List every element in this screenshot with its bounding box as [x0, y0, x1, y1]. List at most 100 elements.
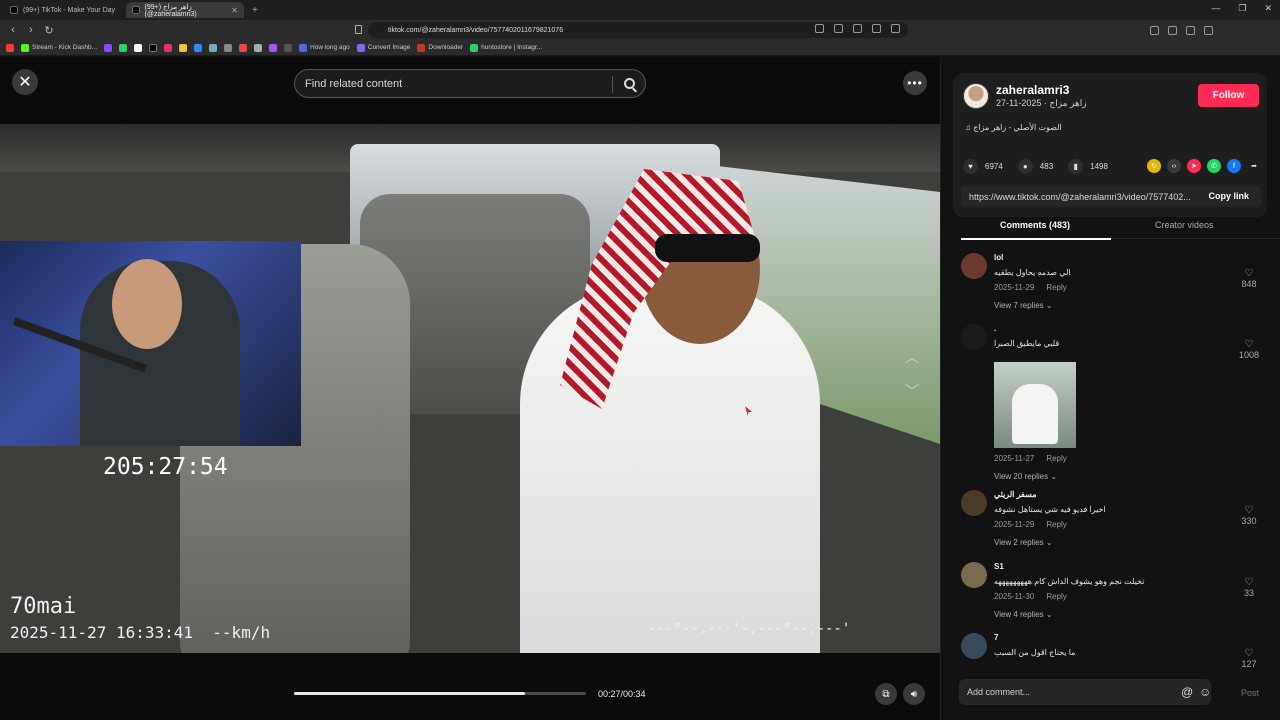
copy-link-button[interactable]: Copy link: [1208, 191, 1249, 201]
tiktok-bookmark-icon[interactable]: [149, 43, 158, 52]
comment-composer[interactable]: @ ☺: [959, 679, 1211, 705]
embed-icon[interactable]: ‹›: [1167, 159, 1181, 173]
tab-comments[interactable]: Comments (483): [1000, 220, 1070, 230]
comment-like[interactable]: ♡ 1008: [1237, 339, 1261, 360]
bookmark-icon[interactable]: [239, 43, 248, 52]
cast-icon[interactable]: [834, 24, 843, 33]
view-replies[interactable]: View 7 replies ⌄: [994, 301, 1053, 310]
commenter-name[interactable]: .: [994, 324, 996, 333]
progress-bar[interactable]: [294, 692, 586, 695]
comment-image[interactable]: [994, 362, 1076, 448]
floating-player-button[interactable]: ⧉: [875, 683, 897, 705]
view-replies[interactable]: View 20 replies ⌄: [994, 472, 1057, 481]
new-tab-icon[interactable]: +: [252, 5, 258, 16]
creator-username[interactable]: zaheralamri3: [996, 83, 1069, 97]
repost-icon[interactable]: ↻: [1147, 159, 1161, 173]
post-button[interactable]: Post: [1241, 688, 1259, 698]
search-bar[interactable]: [294, 69, 646, 98]
reply-link[interactable]: Reply: [1046, 454, 1066, 463]
comment-like[interactable]: ♡ 848: [1237, 268, 1261, 289]
music-line[interactable]: ♫ الصوت الأصلي - زاهر مزاج: [965, 123, 1062, 132]
share-icon[interactable]: ➦: [1247, 159, 1261, 173]
search-input[interactable]: [305, 77, 605, 90]
bookmark-icon[interactable]: [284, 43, 293, 52]
bookmark-item[interactable]: How long ago: [299, 43, 350, 52]
bookmark-icon[interactable]: [269, 43, 278, 52]
sidebar-icon[interactable]: [1168, 26, 1177, 35]
folder-bookmark-icon[interactable]: [179, 43, 188, 52]
bookmark-icon[interactable]: [254, 43, 263, 52]
close-video-button[interactable]: ✕: [12, 69, 38, 95]
extensions-icon[interactable]: [1150, 26, 1159, 35]
bookmark-item[interactable]: Convert Image: [356, 43, 410, 52]
close-tab-icon[interactable]: ✕: [231, 6, 238, 15]
next-video-icon[interactable]: ﹀: [905, 381, 919, 401]
commenter-avatar[interactable]: [961, 562, 987, 588]
previous-video-icon[interactable]: ︿: [905, 347, 919, 367]
commenter-avatar[interactable]: [961, 490, 987, 516]
commenter-name[interactable]: 7: [994, 633, 998, 642]
comment-like[interactable]: ♡ 33: [1237, 577, 1261, 598]
reply-link[interactable]: Reply: [1046, 520, 1066, 529]
browser-tab-active[interactable]: (99+) زاهر مزاج (@zaheralamri3) ✕: [126, 2, 244, 18]
twitch-bookmark-icon[interactable]: [104, 43, 113, 52]
like-stat[interactable]: ♥ 6974: [963, 159, 1003, 174]
reply-link[interactable]: Reply: [1046, 283, 1066, 292]
view-replies[interactable]: View 4 replies ⌄: [994, 610, 1053, 619]
tab-creator-videos[interactable]: Creator videos: [1155, 220, 1214, 230]
browser-tab[interactable]: (99+) TikTok - Make Your Day: [4, 2, 122, 18]
heart-outline-icon: ♡: [1244, 648, 1254, 659]
restore-icon[interactable]: ❐: [1238, 3, 1246, 14]
zoom-icon[interactable]: [853, 24, 862, 33]
window-close-icon[interactable]: ✕: [1264, 3, 1272, 14]
bookmark-icon[interactable]: [224, 43, 233, 52]
commenter-avatar[interactable]: [961, 633, 987, 659]
comment-like[interactable]: ♡ 127: [1237, 648, 1261, 669]
whatsapp-bookmark-icon[interactable]: [119, 43, 128, 52]
whatsapp-icon[interactable]: ✆: [1207, 159, 1221, 173]
send-icon[interactable]: ➤: [1187, 159, 1201, 173]
bookmark-icon[interactable]: [209, 43, 218, 52]
wallet-icon[interactable]: [1186, 26, 1195, 35]
more-options-button[interactable]: •••: [903, 71, 927, 95]
menu-icon[interactable]: [1204, 26, 1213, 35]
view-replies[interactable]: View 2 replies ⌄: [994, 538, 1053, 547]
emoji-icon[interactable]: ☺: [1199, 685, 1211, 699]
volume-button[interactable]: 🔊︎: [903, 683, 925, 705]
x-bookmark-icon[interactable]: [134, 43, 143, 52]
commenter-name[interactable]: S1: [994, 562, 1004, 571]
reader-icon[interactable]: [815, 24, 824, 33]
bookmark-icon[interactable]: [194, 43, 203, 52]
share-link[interactable]: https://www.tiktok.com/@zaheralamri3/vid…: [969, 192, 1191, 202]
reply-link[interactable]: Reply: [1046, 592, 1066, 601]
commenter-avatar[interactable]: [961, 324, 987, 350]
share-page-icon[interactable]: [872, 24, 881, 33]
bookmark-page-icon[interactable]: [355, 25, 362, 34]
bookmark-item[interactable]: Stream - Kick Dashb...: [21, 43, 97, 52]
commenter-name[interactable]: lol: [994, 253, 1003, 262]
comment-like[interactable]: ♡ 330: [1237, 505, 1261, 526]
music-note-icon: ♫: [965, 123, 974, 132]
mention-icon[interactable]: @: [1181, 685, 1193, 699]
back-icon[interactable]: ‹: [8, 24, 18, 36]
search-icon[interactable]: [624, 78, 635, 89]
facebook-icon[interactable]: f: [1227, 159, 1241, 173]
bookmark-item[interactable]: huntostore | Instagr...: [470, 43, 542, 52]
forward-icon[interactable]: ›: [26, 24, 36, 36]
reload-icon[interactable]: ↻: [44, 24, 54, 37]
creator-avatar[interactable]: [963, 83, 989, 109]
commenter-name[interactable]: مسفر الريثي: [994, 490, 1037, 499]
minimize-icon[interactable]: —: [1211, 3, 1220, 14]
bookmark-item[interactable]: Downloader: [417, 43, 463, 52]
star-icon[interactable]: [891, 24, 900, 33]
commenter-avatar[interactable]: [961, 253, 987, 279]
comment-date: 2025-11-29: [994, 520, 1035, 529]
video-frame[interactable]: 205:27:54 70mai 2025-11-27 16:33:41 --km…: [0, 124, 940, 653]
youtube-bookmark-icon[interactable]: [6, 43, 14, 52]
address-bar[interactable]: tiktok.com/@zaheralamri3/video/757740201…: [368, 22, 908, 38]
save-stat[interactable]: ▮ 1498: [1068, 159, 1108, 174]
follow-button[interactable]: Follow: [1198, 84, 1259, 107]
instagram-bookmark-icon[interactable]: [164, 43, 173, 52]
comment-stat[interactable]: ● 483: [1017, 159, 1053, 174]
comment-input[interactable]: [967, 687, 1167, 697]
